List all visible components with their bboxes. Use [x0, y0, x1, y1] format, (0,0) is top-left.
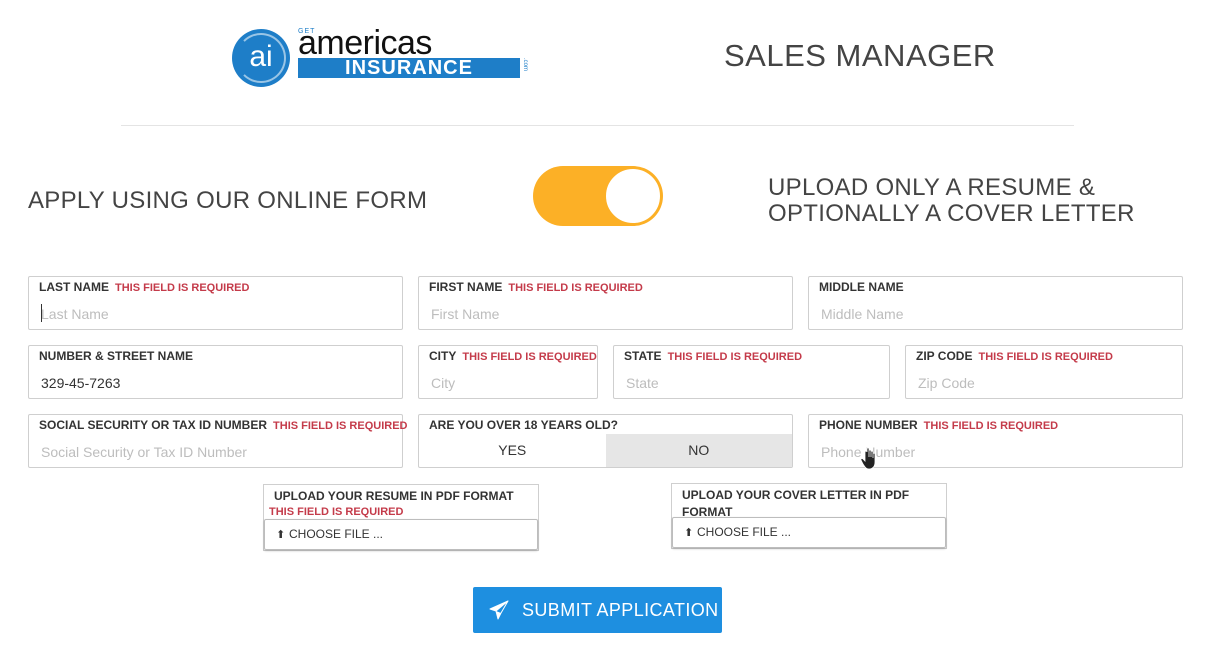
state-field: STATE THIS FIELD IS REQUIRED [613, 345, 890, 399]
logo-get: GET [298, 28, 316, 35]
zip-input[interactable] [907, 370, 1181, 396]
upload-icon: ⬆ [684, 527, 694, 539]
street-field: NUMBER & STREET NAME [28, 345, 403, 399]
zip-field: ZIP CODE THIS FIELD IS REQUIRED [905, 345, 1183, 399]
last-name-label: LAST NAME [39, 280, 109, 294]
online-form-mode-label[interactable]: APPLY USING OUR ONLINE FORM [28, 187, 427, 215]
job-title: SALES MANAGER [724, 38, 996, 73]
required-message: THIS FIELD IS REQUIRED [269, 506, 404, 518]
toggle-knob [604, 167, 662, 225]
first-name-input[interactable] [420, 301, 791, 327]
city-field: CITY THIS FIELD IS REQUIRED [418, 345, 598, 399]
state-input[interactable] [615, 370, 888, 396]
required-message: THIS FIELD IS REQUIRED [273, 420, 408, 432]
city-label: CITY [429, 349, 457, 363]
required-message: THIS FIELD IS REQUIRED [923, 420, 1059, 432]
submit-application-button[interactable]: SUBMIT APPLICATION [473, 587, 722, 633]
resume-choose-file-button[interactable]: ⬆ CHOOSE FILE ... [264, 519, 538, 550]
middle-name-field: MIDDLE NAME [808, 276, 1183, 330]
over-18-no-button[interactable]: NO [605, 434, 792, 467]
street-label: NUMBER & STREET NAME [39, 349, 194, 363]
last-name-input[interactable] [30, 301, 401, 327]
required-message: THIS FIELD IS REQUIRED [115, 282, 250, 294]
submit-application-label: SUBMIT APPLICATION [522, 600, 719, 620]
state-label: STATE [624, 349, 662, 363]
company-logo: ai americas GET INSURANCE .com [232, 24, 532, 88]
required-message: THIS FIELD IS REQUIRED [978, 351, 1113, 363]
cover-letter-upload-field: UPLOAD YOUR COVER LETTER IN PDF FORMAT ⬆… [671, 483, 947, 549]
paper-plane-icon [489, 600, 509, 620]
first-name-field: FIRST NAME THIS FIELD IS REQUIRED [418, 276, 793, 330]
resume-upload-label: UPLOAD YOUR RESUME IN PDF FORMAT [274, 489, 514, 503]
upload-only-mode-line1: UPLOAD ONLY A RESUME & [768, 174, 1096, 201]
resume-upload-field: UPLOAD YOUR RESUME IN PDF FORMAT THIS FI… [263, 484, 539, 551]
street-input[interactable] [30, 370, 401, 396]
ssn-label: SOCIAL SECURITY OR TAX ID NUMBER [39, 418, 268, 432]
logo-wordmark-bottom: INSURANCE [298, 58, 520, 78]
logo-wordmark-top: americas [298, 24, 432, 62]
over-18-field: ARE YOU OVER 18 YEARS OLD? YES NO [418, 414, 793, 468]
resume-choose-file-label: CHOOSE FILE ... [289, 527, 384, 541]
zip-label: ZIP CODE [916, 349, 973, 363]
middle-name-input[interactable] [810, 301, 1181, 327]
last-name-field: LAST NAME THIS FIELD IS REQUIRED [28, 276, 403, 330]
text-caret [41, 304, 42, 322]
required-message: THIS FIELD IS REQUIRED [667, 351, 803, 363]
over-18-options: YES NO [419, 434, 792, 467]
middle-name-label: MIDDLE NAME [819, 280, 904, 294]
required-message: THIS FIELD IS REQUIRED [462, 351, 597, 363]
upload-icon: ⬆ [276, 529, 286, 541]
upload-only-mode-label[interactable]: UPLOAD ONLY A RESUME & OPTIONALLY A COVE… [768, 175, 1135, 227]
hand-cursor-icon [860, 447, 876, 470]
upload-only-mode-line2: OPTIONALLY A COVER LETTER [768, 200, 1135, 227]
ssn-field: SOCIAL SECURITY OR TAX ID NUMBER THIS FIE… [28, 414, 408, 468]
header-divider [121, 125, 1074, 126]
phone-label: PHONE NUMBER [819, 418, 918, 432]
city-input[interactable] [420, 370, 596, 396]
logo-ring [236, 33, 286, 83]
cover-letter-choose-file-button[interactable]: ⬆ CHOOSE FILE ... [672, 517, 946, 548]
logo-com: .com [522, 58, 528, 72]
required-message: THIS FIELD IS REQUIRED [508, 282, 643, 294]
first-name-label: FIRST NAME [429, 280, 503, 294]
cover-letter-choose-file-label: CHOOSE FILE ... [697, 525, 792, 539]
ssn-input[interactable] [30, 439, 401, 465]
over-18-label: ARE YOU OVER 18 YEARS OLD? [429, 418, 618, 432]
cover-letter-upload-label-line1: UPLOAD YOUR COVER LETTER IN PDF [682, 488, 910, 502]
application-mode-toggle[interactable] [533, 166, 663, 226]
over-18-yes-button[interactable]: YES [419, 434, 606, 467]
